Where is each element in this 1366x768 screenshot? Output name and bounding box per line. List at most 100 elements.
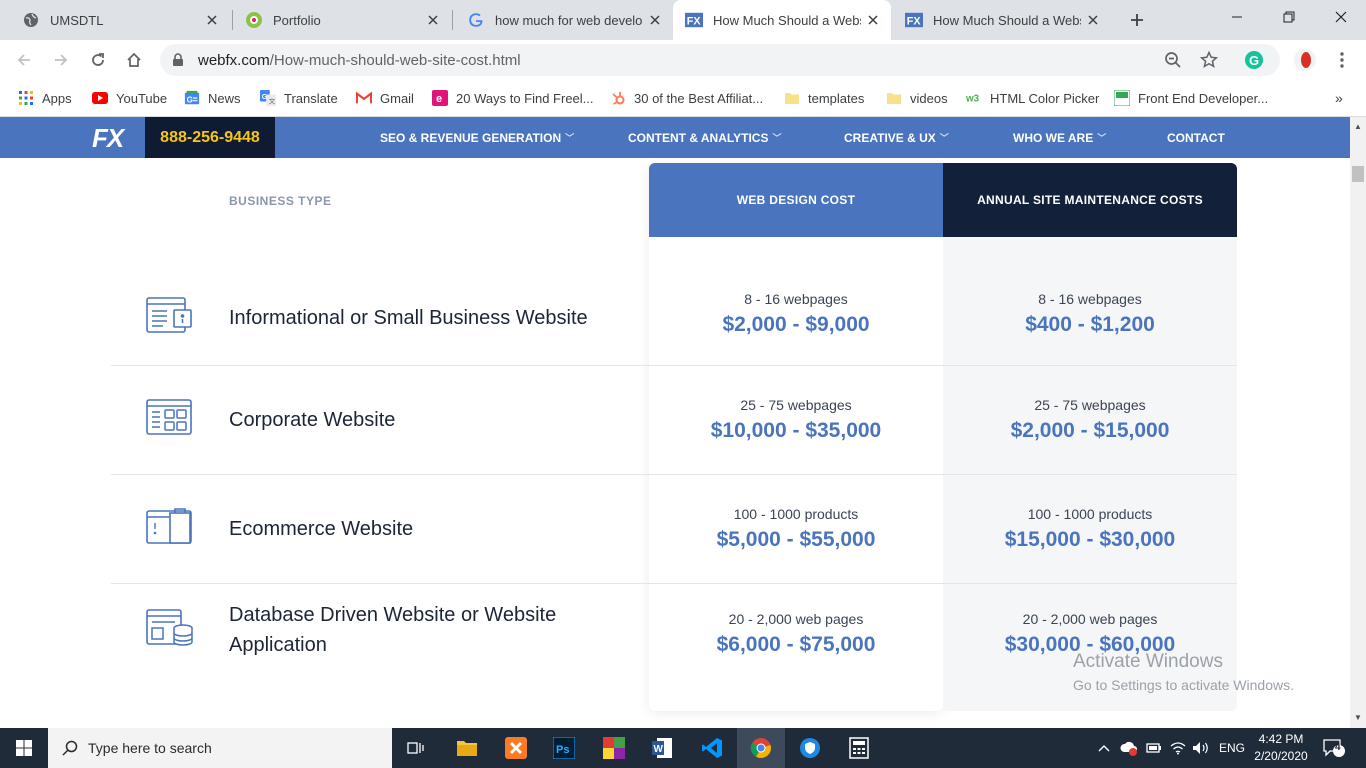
bookmark-folder-templates[interactable]: templates xyxy=(784,87,864,109)
bookmark-news[interactable]: G News xyxy=(184,87,241,109)
info-site-icon xyxy=(145,296,195,338)
close-icon[interactable] xyxy=(861,8,885,32)
tab-title: UMSDTL xyxy=(50,12,104,28)
row-title: Informational or Small Business Website xyxy=(229,307,588,329)
taskbar-chrome[interactable] xyxy=(737,728,785,768)
nav-contact[interactable]: CONTACT xyxy=(1167,117,1225,158)
tray-app-icon[interactable] xyxy=(1120,728,1138,768)
bookmark-gmail[interactable]: Gmail xyxy=(356,87,414,109)
bookmark-front-end[interactable]: Front End Developer... xyxy=(1114,87,1268,109)
bookmark-folder-videos[interactable]: videos xyxy=(886,87,948,109)
maintenance-scope: 20 - 2,000 web pages xyxy=(1022,611,1158,627)
home-button[interactable] xyxy=(120,46,148,74)
scroll-thumb[interactable] xyxy=(1352,166,1364,182)
bookmark-star-button[interactable] xyxy=(1195,46,1223,74)
close-icon[interactable] xyxy=(200,8,224,32)
folder-icon xyxy=(457,741,477,756)
bookmark-youtube[interactable]: YouTube xyxy=(92,87,167,109)
nav-who-we-are[interactable]: WHO WE ARE ﹀ xyxy=(1013,117,1106,158)
taskbar-photoshop[interactable]: Ps xyxy=(540,728,588,768)
corporate-site-icon xyxy=(145,398,195,440)
tray-battery[interactable] xyxy=(1146,728,1162,768)
taskbar-calculator[interactable] xyxy=(835,728,883,768)
chevron-down-icon: ﹀ xyxy=(1097,133,1107,143)
design-scope: 8 - 16 webpages xyxy=(744,291,848,307)
back-button[interactable] xyxy=(10,46,38,74)
search-icon xyxy=(62,740,78,756)
bookmark-color-picker[interactable]: w3 HTML Color Picker xyxy=(966,87,1099,109)
start-button[interactable] xyxy=(0,728,48,768)
reload-button[interactable] xyxy=(84,46,112,74)
tray-overflow-button[interactable] xyxy=(1098,728,1110,768)
restore-button[interactable] xyxy=(1266,0,1312,34)
tab-title: Portfolio xyxy=(273,12,321,28)
browser-menu-button[interactable] xyxy=(1328,46,1356,74)
taskbar-xampp[interactable] xyxy=(492,728,540,768)
grammarly-icon: G xyxy=(1245,51,1263,69)
scroll-up-icon[interactable]: ▲ xyxy=(1354,122,1362,131)
w3-icon: w3 xyxy=(966,90,982,106)
word-icon: W xyxy=(652,738,672,758)
nav-creative-ux[interactable]: CREATIVE & UX ﹀ xyxy=(844,117,949,158)
action-center-button[interactable]: 4 xyxy=(1322,728,1346,768)
browser-tab-webfx-active[interactable]: FX How Much Should a Webs xyxy=(673,0,891,40)
new-tab-button[interactable] xyxy=(1125,8,1149,32)
taskbar-vpn[interactable] xyxy=(786,728,834,768)
close-icon[interactable] xyxy=(421,8,445,32)
design-cost-header: WEB DESIGN COST xyxy=(649,163,943,237)
address-bar[interactable]: webfx.com/How-much-should-web-site-cost.… xyxy=(160,44,1280,76)
svg-text:G: G xyxy=(262,93,268,101)
tray-wifi[interactable] xyxy=(1170,728,1186,768)
taskbar-search[interactable]: Type here to search xyxy=(48,728,392,768)
bookmark-affiliate[interactable]: 30 of the Best Affiliat... xyxy=(610,87,763,109)
volume-icon xyxy=(1193,742,1208,754)
taskbar-word[interactable]: W xyxy=(638,728,686,768)
taskbar-colorful-app[interactable] xyxy=(590,728,638,768)
youtube-icon xyxy=(92,90,108,106)
nav-seo-revenue[interactable]: SEO & REVENUE GENERATION ﹀ xyxy=(380,117,574,158)
page-scrollbar[interactable]: ▲ ▼ xyxy=(1350,117,1366,728)
bookmark-label: News xyxy=(208,90,241,106)
tab-title: how much for web develop xyxy=(495,12,643,28)
close-icon[interactable] xyxy=(643,8,667,32)
bookmark-apps[interactable]: Apps xyxy=(18,87,72,109)
more-bookmarks-button[interactable]: » xyxy=(1335,87,1343,109)
browser-tab-umsdtl[interactable]: UMSDTL xyxy=(10,0,230,40)
url-host: webfx.com xyxy=(198,51,270,69)
forward-button[interactable] xyxy=(47,46,75,74)
profile-avatar[interactable] xyxy=(1291,46,1319,74)
close-icon[interactable] xyxy=(1081,8,1105,32)
tray-volume[interactable] xyxy=(1192,728,1210,768)
task-view-button[interactable] xyxy=(392,728,440,768)
svg-text:Ps: Ps xyxy=(556,744,569,756)
browser-tab-webfx[interactable]: FX How Much Should a Webs xyxy=(893,0,1111,40)
tray-clock[interactable]: 4:42 PM 2/20/2020 xyxy=(1248,731,1314,765)
bookmark-freelance[interactable]: e 20 Ways to Find Freel... xyxy=(432,87,594,109)
taskbar-file-explorer[interactable] xyxy=(443,728,491,768)
bookmark-label: videos xyxy=(910,90,948,106)
taskbar-vscode[interactable] xyxy=(688,728,736,768)
chevron-down-icon: ﹀ xyxy=(565,133,575,143)
grammarly-extension[interactable]: G xyxy=(1240,46,1268,74)
tab-title: How Much Should a Webs xyxy=(933,12,1081,28)
nav-content-analytics[interactable]: CONTENT & ANALYTICS ﹀ xyxy=(628,117,781,158)
bookmark-label: YouTube xyxy=(116,90,168,106)
tab-divider xyxy=(452,10,453,30)
minimize-button[interactable] xyxy=(1214,0,1260,34)
tray-language[interactable]: ENG xyxy=(1219,728,1245,768)
phone-number[interactable]: 888-256-9448 xyxy=(145,117,275,158)
scroll-down-icon[interactable]: ▼ xyxy=(1354,713,1362,722)
row-divider xyxy=(111,365,1237,366)
close-window-button[interactable] xyxy=(1318,0,1364,34)
svg-text:FX: FX xyxy=(907,16,922,28)
row-title: Database Driven Website or Website Appli… xyxy=(229,604,557,656)
zoom-button[interactable] xyxy=(1159,46,1187,74)
browser-tab-google-search[interactable]: how much for web develop xyxy=(455,0,673,40)
browser-tab-portfolio[interactable]: Portfolio xyxy=(233,0,451,40)
svg-text:W: W xyxy=(654,744,664,755)
fx-logo[interactable]: FX xyxy=(92,123,136,153)
apps-grid-icon xyxy=(18,90,34,106)
arrow-left-icon xyxy=(17,54,30,66)
bookmark-translate[interactable]: G文 Translate xyxy=(260,87,338,109)
pricing-section: BUSINESS TYPE WEB DESIGN COST ANNUAL SIT… xyxy=(0,158,1350,728)
